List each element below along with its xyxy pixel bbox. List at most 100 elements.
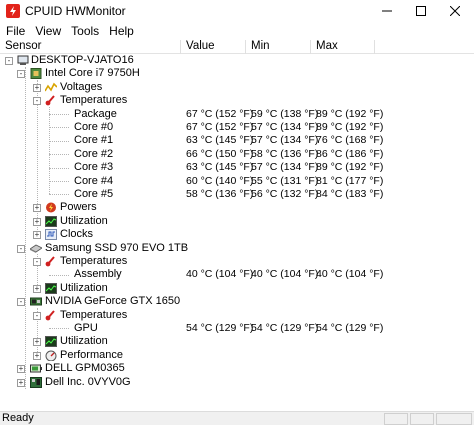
sensor-name: Package (74, 107, 117, 120)
sensor-row[interactable]: Core #4 60 °C (140 °F) 55 °C (131 °F) 81… (0, 175, 474, 188)
hwmonitor-app-icon (6, 4, 20, 18)
tree-node-motherboard[interactable]: + Dell Inc. 0VYV0G (0, 376, 474, 389)
menu-file[interactable]: File (2, 24, 29, 38)
sensor-row[interactable]: Core #0 67 °C (152 °F) 57 °C (134 °F) 89… (0, 121, 474, 134)
tree-node-computer[interactable]: - DESKTOP-VJATO16 (0, 54, 474, 67)
tree-node-powers[interactable]: + Powers (0, 201, 474, 214)
sensor-value: 67 °C (152 °F) (186, 121, 254, 133)
tree-node-cpu[interactable]: - Intel Core i7 9750H (0, 67, 474, 80)
sensor-row[interactable]: GPU 54 °C (129 °F) 54 °C (129 °F) 54 °C … (0, 322, 474, 335)
expand-toggle[interactable]: + (17, 378, 25, 387)
expand-toggle[interactable]: + (33, 231, 41, 240)
node-label: DESKTOP-VJATO16 (31, 54, 134, 66)
sensor-value: 60 °C (140 °F) (186, 174, 254, 187)
sensor-tree[interactable]: - DESKTOP-VJATO16 - Intel Core i7 9750H … (0, 54, 474, 406)
expand-toggle[interactable]: + (33, 338, 41, 347)
expand-toggle[interactable]: + (33, 284, 41, 293)
node-label: Voltages (60, 80, 103, 93)
tree-node-temperatures[interactable]: - Temperatures (0, 309, 474, 322)
tree-node-temperatures[interactable]: - Temperatures (0, 255, 474, 268)
sensor-min: 57 °C (134 °F) (251, 121, 319, 133)
tree-node-utilization[interactable]: + Utilization (0, 335, 474, 348)
sensor-min: 40 °C (104 °F) (251, 268, 319, 281)
sensor-name: Assembly (74, 268, 122, 281)
expand-toggle[interactable]: + (33, 204, 41, 213)
expand-toggle[interactable]: + (33, 217, 41, 226)
sensor-value: 67 °C (152 °F) (186, 107, 254, 120)
title-bar: CPUID HWMonitor (0, 0, 474, 22)
maximize-button[interactable] (404, 0, 438, 22)
status-panel (384, 413, 408, 425)
sensor-row[interactable]: Core #5 58 °C (136 °F) 56 °C (132 °F) 84… (0, 188, 474, 201)
sensor-row[interactable]: Core #3 63 °C (145 °F) 57 °C (134 °F) 89… (0, 161, 474, 174)
menu-view[interactable]: View (31, 24, 65, 38)
sensor-value: 63 °C (145 °F) (186, 134, 254, 147)
tree-node-clocks[interactable]: + Clocks (0, 228, 474, 241)
collapse-toggle[interactable]: - (17, 244, 25, 253)
sensor-row[interactable]: Assembly 40 °C (104 °F) 40 °C (104 °F) 4… (0, 268, 474, 281)
node-label: Utilization (60, 281, 108, 294)
tree-node-battery[interactable]: + DELL GPM0365 (0, 362, 474, 375)
tree-node-gpu[interactable]: - NVIDIA GeForce GTX 1650 (0, 295, 474, 308)
ssd-drive-icon (29, 243, 43, 254)
expand-toggle[interactable]: + (17, 365, 25, 374)
sensor-max: 81 °C (177 °F) (316, 174, 384, 187)
tree-node-ssd[interactable]: - Samsung SSD 970 EVO 1TB (0, 242, 474, 255)
sensor-min: 59 °C (138 °F) (251, 107, 319, 120)
node-label: Temperatures (60, 94, 128, 107)
tree-node-utilization[interactable]: + Utilization (0, 215, 474, 228)
collapse-toggle[interactable]: - (33, 311, 41, 320)
collapse-toggle[interactable]: - (17, 298, 25, 307)
status-bar: Ready (0, 411, 474, 425)
voltage-icon (44, 82, 58, 93)
column-header-value[interactable]: Value (181, 40, 246, 54)
column-header: Sensor Value Min Max (0, 40, 474, 54)
sensor-max: 89 °C (192 °F) (316, 107, 384, 120)
menu-tools[interactable]: Tools (67, 24, 103, 38)
sensor-max: 89 °C (192 °F) (316, 161, 384, 174)
window-title: CPUID HWMonitor (25, 4, 126, 18)
sensor-max: 40 °C (104 °F) (316, 268, 384, 281)
sensor-name: Core #1 (74, 134, 114, 147)
tree-node-utilization[interactable]: + Utilization (0, 282, 474, 295)
gpu-card-icon (30, 296, 42, 307)
status-text: Ready (2, 412, 34, 424)
collapse-toggle[interactable]: - (33, 97, 41, 106)
close-button[interactable] (438, 0, 472, 22)
tree-node-voltages[interactable]: + Voltages (0, 81, 474, 94)
sensor-name: Core #5 (74, 188, 114, 200)
column-header-sensor[interactable]: Sensor (0, 40, 181, 54)
column-header-min[interactable]: Min (246, 40, 311, 54)
sensor-min: 57 °C (134 °F) (251, 134, 319, 147)
sensor-max: 89 °C (192 °F) (316, 121, 384, 133)
sensor-value: 58 °C (136 °F) (186, 188, 254, 200)
node-label: Performance (60, 348, 123, 361)
collapse-toggle[interactable]: - (17, 70, 25, 79)
tree-node-performance[interactable]: + Performance (0, 349, 474, 362)
sensor-value: 63 °C (145 °F) (186, 161, 254, 174)
utilization-icon (45, 215, 57, 227)
column-header-max[interactable]: Max (311, 40, 375, 54)
sensor-row[interactable]: Core #1 63 °C (145 °F) 57 °C (134 °F) 76… (0, 134, 474, 147)
expand-toggle[interactable]: + (33, 83, 41, 92)
expand-toggle[interactable]: + (33, 351, 41, 360)
node-label: Samsung SSD 970 EVO 1TB (45, 241, 189, 254)
sensor-min: 56 °C (132 °F) (251, 188, 319, 200)
node-label: Utilization (60, 335, 108, 348)
node-label: Utilization (60, 214, 108, 227)
menu-help[interactable]: Help (105, 24, 138, 38)
clock-icon (45, 229, 57, 241)
tree-node-temperatures[interactable]: - Temperatures (0, 94, 474, 107)
sensor-row[interactable]: Core #2 66 °C (150 °F) 58 °C (136 °F) 86… (0, 148, 474, 161)
sensor-min: 54 °C (129 °F) (251, 322, 319, 334)
sensor-name: Core #2 (74, 147, 114, 160)
collapse-toggle[interactable]: - (33, 258, 41, 266)
node-label: DELL GPM0365 (45, 362, 125, 375)
thermometer-icon (45, 95, 57, 106)
sensor-row[interactable]: Package 67 °C (152 °F) 59 °C (138 °F) 89… (0, 108, 474, 121)
sensor-value: 54 °C (129 °F) (186, 322, 254, 334)
sensor-name: Core #4 (74, 174, 114, 187)
sensor-value: 40 °C (104 °F) (186, 268, 254, 281)
minimize-button[interactable] (370, 0, 404, 22)
collapse-toggle[interactable]: - (5, 57, 13, 65)
